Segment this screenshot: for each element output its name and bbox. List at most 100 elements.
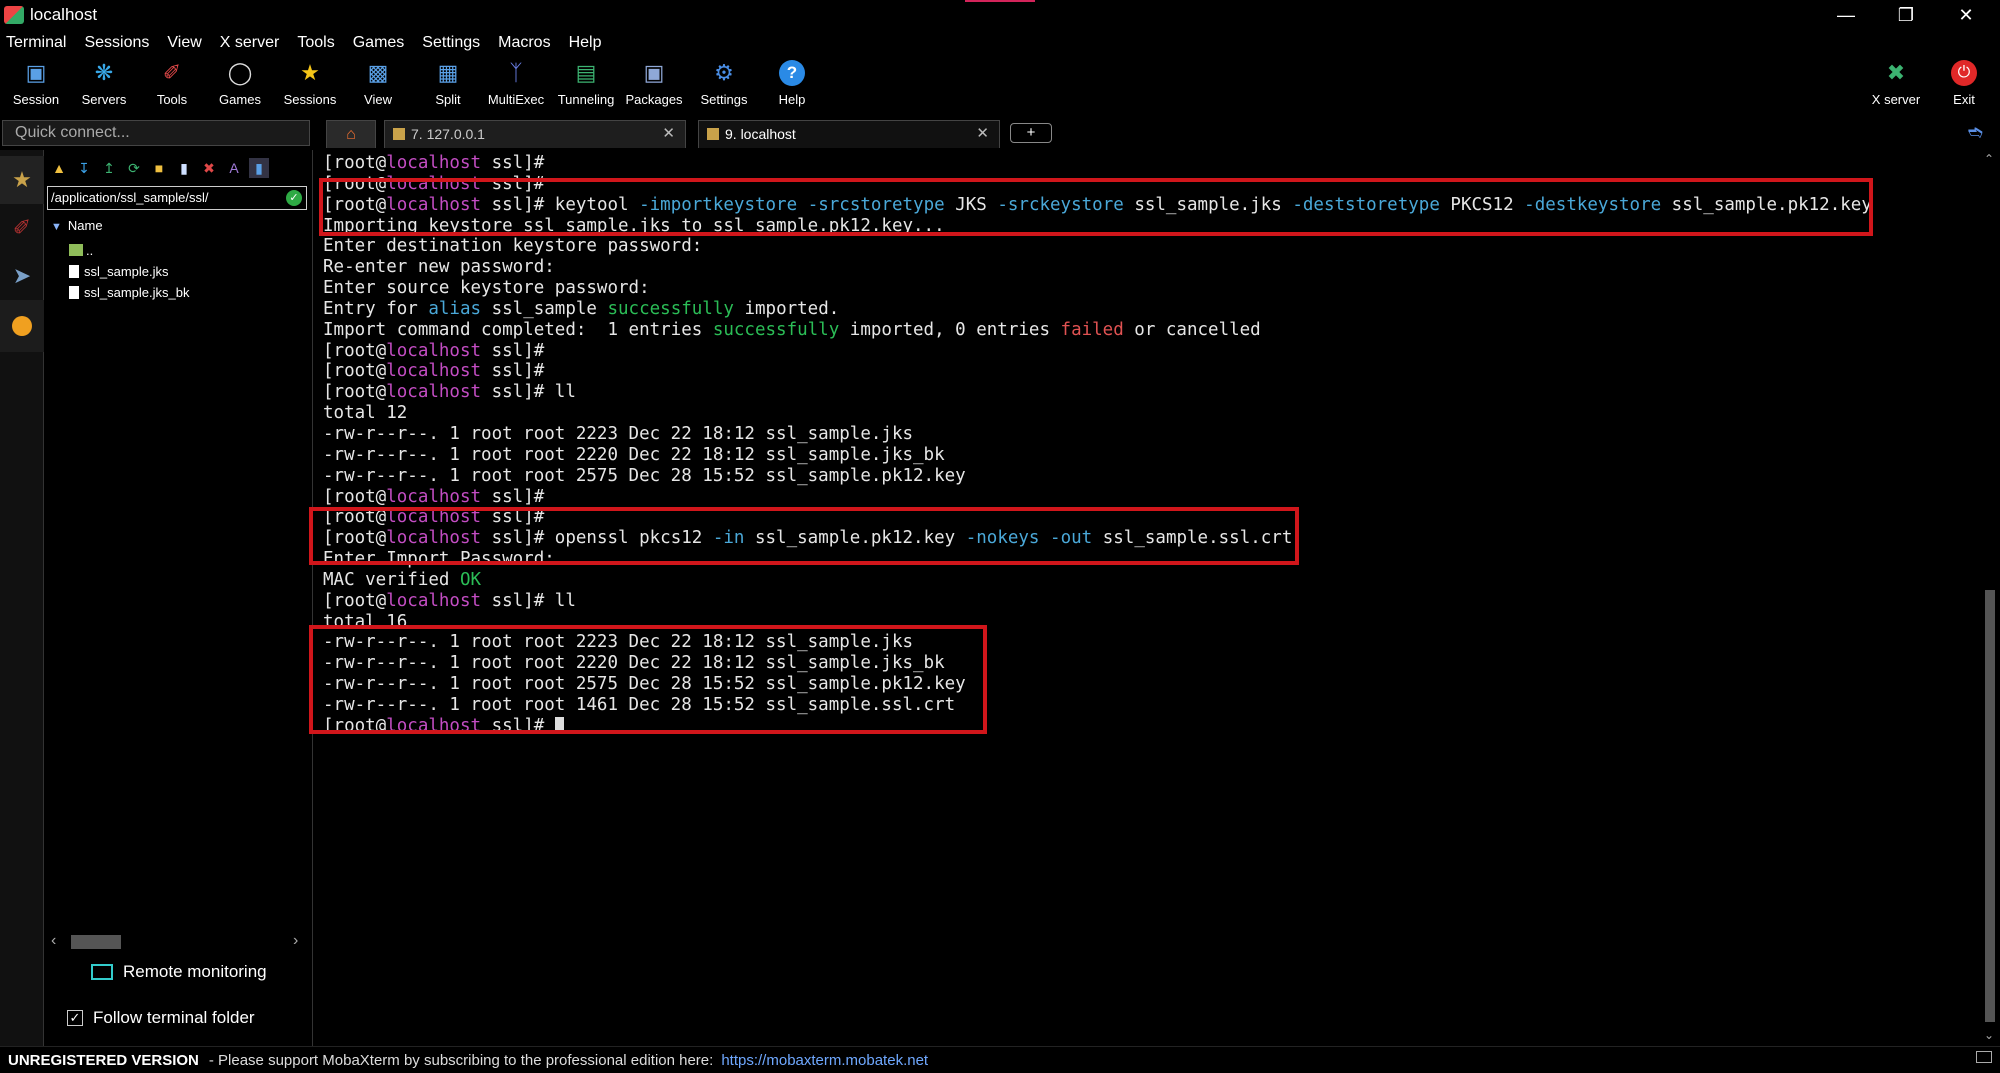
rename-icon[interactable]: A <box>224 158 244 178</box>
file-icon <box>69 286 79 299</box>
settings-button[interactable]: ⚙ Settings <box>690 56 758 114</box>
servers-button[interactable]: ❋ Servers <box>70 56 138 114</box>
terminal-line: [root@localhost ssl]# <box>323 153 545 173</box>
servers-icon: ❋ <box>94 60 114 85</box>
xserver-button[interactable]: ✖ X server <box>1862 56 1930 114</box>
session-button[interactable]: ▣ Session <box>2 56 70 114</box>
games-button[interactable]: ◯ Games <box>206 56 274 114</box>
tab-row: Quick connect... ⌂ 7. 127.0.0.1 ✕ 9. loc… <box>0 118 2000 150</box>
multiexec-button[interactable]: ᛉ MultiExec <box>482 56 550 114</box>
terminal-line: -rw-r--r--. 1 root root 2223 Dec 22 18:1… <box>323 423 914 444</box>
scroll-thumb[interactable] <box>71 935 121 949</box>
remote-monitoring-button[interactable]: Remote monitoring <box>91 962 267 982</box>
download-icon[interactable]: ↧ <box>74 158 94 178</box>
gear-icon: ⚙ <box>714 60 734 85</box>
send-icon: ➤ <box>12 263 32 288</box>
home-icon: ⌂ <box>346 126 356 143</box>
terminal-line: [root@localhost ssl]# ll <box>323 590 576 611</box>
menu-sessions[interactable]: Sessions <box>84 34 149 52</box>
help-button[interactable]: ? Help <box>758 56 826 114</box>
terminal-output[interactable]: [root@localhost ssl]# [root@localhost ss… <box>316 150 1980 1046</box>
tools-button[interactable]: ✐ Tools <box>138 56 206 114</box>
file-icon <box>69 265 79 278</box>
menu-help[interactable]: Help <box>569 34 602 52</box>
gamepad-icon: ◯ <box>227 60 253 85</box>
terminal-line: [root@localhost ssl]# <box>323 486 545 507</box>
tools-icon: ✐ <box>12 215 32 240</box>
home-tab[interactable]: ⌂ <box>326 120 376 148</box>
menu-xserver[interactable]: X server <box>220 34 280 52</box>
checkmark-icon[interactable]: ✓ <box>286 190 302 206</box>
unregistered-label: UNREGISTERED VERSION <box>8 1051 199 1069</box>
split-button[interactable]: ▦ Split <box>414 56 482 114</box>
menu-macros[interactable]: Macros <box>498 34 550 52</box>
highlight-box-listing <box>309 625 987 734</box>
split-icon: ▦ <box>437 60 459 85</box>
tunneling-button[interactable]: ▤ Tunneling <box>552 56 620 114</box>
star-icon: ★ <box>12 167 32 192</box>
delete-icon[interactable]: ✖ <box>199 158 219 178</box>
sftp-tab[interactable] <box>0 300 44 352</box>
list-item[interactable]: ssl_sample.jks <box>69 263 169 281</box>
close-tab-icon[interactable]: ✕ <box>662 121 675 147</box>
window-title: localhost <box>30 5 98 24</box>
checkbox-checked-icon[interactable]: ✓ <box>67 1010 83 1026</box>
new-file-icon[interactable]: ▮ <box>174 158 194 178</box>
scroll-right-icon[interactable]: › <box>293 932 298 950</box>
packages-icon: ▣ <box>643 60 665 85</box>
title-bar: localhost — ❐ ✕ <box>0 0 2000 30</box>
sessions-button[interactable]: ★ Sessions <box>276 56 344 114</box>
menu-terminal[interactable]: Terminal <box>6 34 66 52</box>
terminal-line: Enter destination keystore password: <box>323 236 703 257</box>
attach-icon[interactable]: ➬ <box>1968 122 1983 143</box>
sftp-globe-icon <box>12 316 32 336</box>
close-tab-icon[interactable]: ✕ <box>976 121 989 147</box>
scroll-down-icon[interactable]: ⌄ <box>1984 1028 1994 1042</box>
sort-arrow-icon: ▼ <box>51 221 62 233</box>
menu-bar: Terminal Sessions View X server Tools Ga… <box>0 30 2000 56</box>
scroll-up-icon[interactable]: ⌃ <box>1984 152 1994 166</box>
upload-icon[interactable]: ↥ <box>99 158 119 178</box>
new-tab-button[interactable]: + <box>1010 123 1052 143</box>
menu-tools[interactable]: Tools <box>297 34 334 52</box>
screen-icon[interactable] <box>1976 1051 1992 1063</box>
menu-view[interactable]: View <box>167 34 201 52</box>
menu-games[interactable]: Games <box>353 34 405 52</box>
menu-settings[interactable]: Settings <box>422 34 480 52</box>
terminal-scrollbar[interactable]: ⌃ ⌄ <box>1980 150 2000 1046</box>
quick-connect-input[interactable]: Quick connect... <box>2 120 310 146</box>
minimize-button[interactable]: — <box>1816 0 1876 30</box>
parent-folder-icon[interactable]: ▲ <box>49 158 69 178</box>
status-bar: UNREGISTERED VERSION - Please support Mo… <box>0 1046 2000 1073</box>
scroll-thumb[interactable] <box>1985 590 1995 1022</box>
close-window-button[interactable]: ✕ <box>1936 0 1996 30</box>
terminal-line: Re-enter new password: <box>323 257 555 278</box>
new-folder-icon[interactable]: ■ <box>149 158 169 178</box>
view-button[interactable]: ▩ View <box>344 56 412 114</box>
list-item[interactable]: .. <box>69 242 93 260</box>
sessions-star-tab[interactable]: ★ <box>0 156 44 204</box>
xserver-icon: ✖ <box>1886 60 1906 85</box>
tab-127-0-0-1[interactable]: 7. 127.0.0.1 ✕ <box>384 120 686 148</box>
remote-path-field[interactable]: /application/ssl_sample/ssl/ ✓ <box>47 186 307 210</box>
packages-button[interactable]: ▣ Packages <box>620 56 688 114</box>
restore-button[interactable]: ❐ <box>1876 0 1936 30</box>
mobaxterm-link[interactable]: https://mobaxterm.mobatek.net <box>721 1052 928 1069</box>
horizontal-scrollbar[interactable]: ‹ › <box>49 932 305 952</box>
follow-terminal-folder-checkbox[interactable]: ✓ Follow terminal folder <box>67 1008 255 1028</box>
file-tree-header[interactable]: ▼ Name <box>49 218 307 238</box>
refresh-icon[interactable]: ⟳ <box>124 158 144 178</box>
macros-tab[interactable]: ➤ <box>0 252 44 300</box>
parent-dir-icon <box>69 244 83 256</box>
scroll-left-icon[interactable]: ‹ <box>51 932 56 950</box>
list-item[interactable]: ssl_sample.jks_bk <box>69 284 190 302</box>
terminal-line: total 12 <box>323 403 408 424</box>
help-icon: ? <box>779 60 805 86</box>
exit-button[interactable]: ⏻ Exit <box>1930 56 1998 114</box>
terminal-line: Enter source keystore password: <box>323 278 650 299</box>
tools-tab[interactable]: ✐ <box>0 204 44 252</box>
bookmark-icon[interactable]: ▮ <box>249 158 269 178</box>
tunneling-icon: ▤ <box>575 60 597 85</box>
terminal-line: Import command completed: 1 entries succ… <box>323 319 1261 340</box>
tab-localhost[interactable]: 9. localhost ✕ <box>698 120 1000 148</box>
